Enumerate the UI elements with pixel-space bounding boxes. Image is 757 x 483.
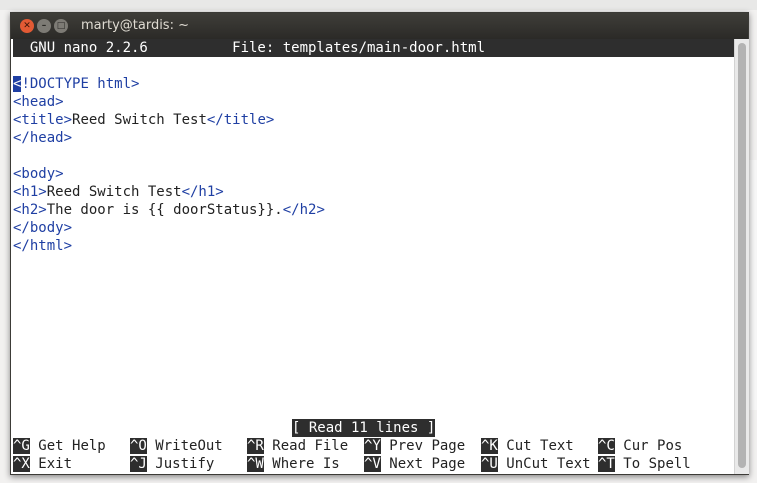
status-message: [ Read 11 lines ]: [292, 419, 436, 437]
shortcut-key: ^R: [247, 438, 264, 454]
shortcut-key: ^K: [481, 438, 498, 454]
html-tag: </title>: [206, 112, 275, 128]
shortcut-item: ^R Read File: [247, 437, 364, 455]
html-tag: <head>: [13, 94, 64, 110]
shortcut-item: ^T To Spell: [598, 455, 715, 473]
html-tag: </h1>: [181, 184, 224, 200]
html-tag: <h2>: [13, 202, 47, 218]
shortcut-label: Read File: [272, 438, 349, 454]
shortcut-item: ^J Justify: [130, 455, 247, 473]
terminal-window[interactable]: ✕ – □ marty@tardis: ~ GNU nano 2.2.6 Fil…: [10, 12, 749, 475]
shortcut-label: Justify: [155, 456, 215, 472]
shortcut-label: Get Help: [38, 438, 106, 454]
html-tag: <body>: [13, 166, 64, 182]
shortcut-label: Cut Text: [506, 438, 574, 454]
shortcut-label: Exit: [38, 456, 73, 472]
scrollbar[interactable]: [734, 39, 749, 474]
shortcut-key: ^J: [130, 456, 147, 472]
shortcut-label: UnCut Text: [506, 456, 591, 472]
maximize-icon[interactable]: □: [54, 19, 68, 33]
shortcut-item: ^X Exit: [13, 455, 130, 473]
scrollbar-thumb[interactable]: [738, 43, 746, 468]
shortcut-label: Next Page: [389, 456, 466, 472]
shortcut-item: ^U UnCut Text: [481, 455, 598, 473]
text-content: The door is {{ doorStatus}}.: [46, 202, 283, 218]
editor-line[interactable]: <h1>Reed Switch Test</h1>: [13, 183, 224, 201]
shortcut-label: WriteOut: [155, 438, 223, 454]
background-window-panel: [748, 160, 757, 410]
shortcut-label: Where Is: [272, 456, 340, 472]
shortcut-key: ^U: [481, 456, 498, 472]
shortcut-label: Prev Page: [389, 438, 466, 454]
editor-line[interactable]: <head>: [13, 93, 64, 111]
shortcut-item: ^Y Prev Page: [364, 437, 481, 455]
editor-line[interactable]: </head>: [13, 129, 72, 147]
shortcut-key: ^G: [13, 438, 30, 454]
editor-line[interactable]: </body>: [13, 219, 72, 237]
window-title: marty@tardis: ~: [81, 18, 189, 33]
html-tag: </h2>: [282, 202, 325, 218]
terminal-content[interactable]: GNU nano 2.2.6 File: templates/main-door…: [11, 39, 734, 474]
editor-line[interactable]: <title>Reed Switch Test</title>: [13, 111, 274, 129]
editor-line[interactable]: <body>: [13, 165, 64, 183]
shortcut-key: ^X: [13, 456, 30, 472]
window-titlebar[interactable]: ✕ – □ marty@tardis: ~: [11, 13, 748, 39]
shortcut-item: ^C Cur Pos: [598, 437, 715, 455]
html-tag: </head>: [13, 130, 73, 146]
shortcut-item: ^W Where Is: [247, 455, 364, 473]
shortcut-item: ^K Cut Text: [481, 437, 598, 455]
text-content: Reed Switch Test: [72, 112, 207, 128]
html-tag: </html>: [13, 238, 73, 254]
html-tag: !DOCTYPE html>: [21, 76, 140, 92]
editor-line[interactable]: <h2>The door is {{ doorStatus}}.</h2>: [13, 201, 325, 219]
nano-header: GNU nano 2.2.6 File: templates/main-door…: [13, 39, 734, 57]
shortcut-key: ^W: [247, 456, 264, 472]
html-tag: </body>: [13, 220, 73, 236]
close-icon[interactable]: ✕: [20, 19, 34, 33]
html-tag: <title>: [13, 112, 73, 128]
shortcut-label: Cur Pos: [623, 438, 683, 454]
shortcut-row-2: ^X Exit ^J Justify ^W Where Is ^V Next Page…: [13, 455, 715, 473]
shortcut-item: ^V Next Page: [364, 455, 481, 473]
shortcut-key: ^Y: [364, 438, 381, 454]
shortcut-key: ^C: [598, 438, 615, 454]
background-window-strip: [0, 0, 757, 10]
html-tag: <h1>: [13, 184, 47, 200]
shortcut-item: ^O WriteOut: [130, 437, 247, 455]
shortcut-row-1: ^G Get Help ^O WriteOut ^R Read File ^Y Pre…: [13, 437, 715, 455]
editor-line[interactable]: <!DOCTYPE html>: [13, 75, 139, 93]
editor-line[interactable]: </html>: [13, 237, 72, 255]
shortcut-label: To Spell: [623, 456, 691, 472]
shortcut-key: ^O: [130, 438, 147, 454]
shortcut-item: ^G Get Help: [13, 437, 130, 455]
minimize-icon[interactable]: –: [37, 19, 51, 33]
text-content: Reed Switch Test: [46, 184, 182, 200]
shortcut-key: ^T: [598, 456, 615, 472]
shortcut-key: ^V: [364, 456, 381, 472]
